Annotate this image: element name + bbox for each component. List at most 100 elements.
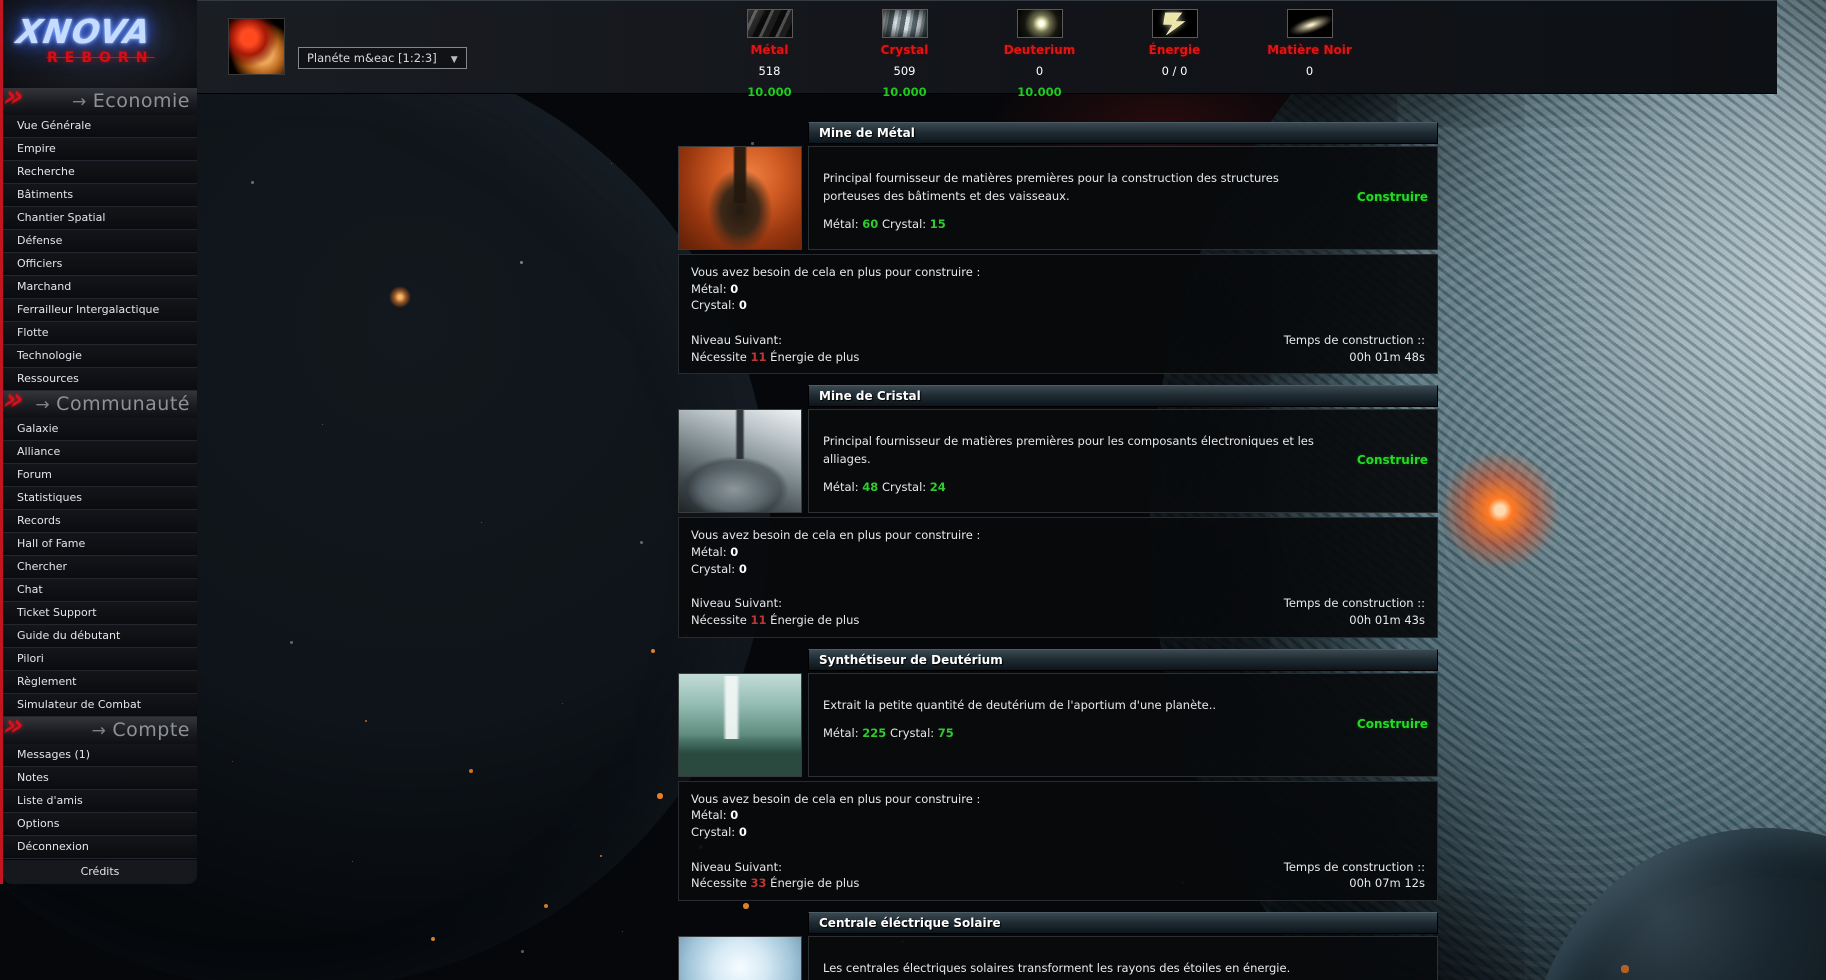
sidebar-item-alliance[interactable]: Alliance xyxy=(3,441,197,464)
resource-crystal: Crystal 509 10.000 xyxy=(837,9,972,99)
energy-icon xyxy=(1152,9,1198,38)
sidebar-item-records[interactable]: Records xyxy=(3,510,197,533)
double-chevron-icon: » xyxy=(1,385,26,415)
construction-time-value: 00h 01m 48s xyxy=(1284,349,1425,366)
building-image[interactable] xyxy=(678,409,802,513)
building-description: Extrait la petite quantité de deutérium … xyxy=(823,697,1327,715)
metal-label: Métal: xyxy=(691,808,727,822)
construction-time-label: Temps de construction :: xyxy=(1284,332,1425,349)
resource-value: 0 / 0 xyxy=(1107,64,1242,78)
crystal-cost-label: Crystal: xyxy=(882,480,926,494)
construction-time-block: Temps de construction :: 00h 07m 12s xyxy=(1284,859,1425,892)
building-description: Les centrales électriques solaires trans… xyxy=(823,960,1327,980)
building-card: Mine de Cristal Principal fournisseur de… xyxy=(678,385,1438,637)
sidebar-item-recherche[interactable]: Recherche xyxy=(3,161,197,184)
resource-metal: Métal 518 10.000 xyxy=(702,9,837,99)
crystal-icon xyxy=(882,9,928,38)
sidebar-item-r-glement[interactable]: Règlement xyxy=(3,671,197,694)
need-metal-value: 0 xyxy=(730,282,738,296)
building-description: Principal fournisseur de matières premiè… xyxy=(823,433,1327,469)
sidebar-item-simulateur-de-combat[interactable]: Simulateur de Combat xyxy=(3,694,197,717)
need-metal-value: 0 xyxy=(730,808,738,822)
arrow-icon: → xyxy=(92,721,107,741)
crystal-cost-value: 24 xyxy=(930,480,946,494)
next-level-label: Niveau Suivant: xyxy=(691,595,859,612)
sidebar-item-ferrailleur-intergalactique[interactable]: Ferrailleur Intergalactique xyxy=(3,299,197,322)
energy-requirement-line: Nécessite 33 Énergie de plus xyxy=(691,875,859,892)
building-image[interactable] xyxy=(678,673,802,777)
construction-time-value: 00h 07m 12s xyxy=(1284,875,1425,892)
sidebar-section-header: »→Economie xyxy=(3,88,197,115)
sidebar-item-notes[interactable]: Notes xyxy=(3,767,197,790)
planet-thumbnail[interactable] xyxy=(228,18,285,75)
building-image[interactable] xyxy=(678,936,802,980)
sidebar-item-pilori[interactable]: Pilori xyxy=(3,648,197,671)
double-chevron-icon: » xyxy=(1,82,26,112)
sidebar-item-messages-1-[interactable]: Messages (1) xyxy=(3,744,197,767)
resource-max: 10.000 xyxy=(837,85,972,99)
sidebar-item-vue-g-n-rale[interactable]: Vue Générale xyxy=(3,115,197,138)
building-cost: Métal: 60 Crystal: 15 xyxy=(823,217,1327,231)
section-title: Communauté xyxy=(56,393,190,415)
planet-select[interactable]: Planéte m&eac [1:2:3]▼ xyxy=(298,47,467,69)
building-card: Synthétiseur de Deutérium Extrait la pet… xyxy=(678,649,1438,901)
sidebar-item-flotte[interactable]: Flotte xyxy=(3,322,197,345)
sidebar-item-forum[interactable]: Forum xyxy=(3,464,197,487)
credits-button[interactable]: Crédits xyxy=(3,860,197,884)
energy-needed-value: 11 xyxy=(751,350,767,364)
building-card: Centrale éléctrique Solaire Les centrale… xyxy=(678,912,1438,980)
sidebar-item-galaxie[interactable]: Galaxie xyxy=(3,418,197,441)
sidebar-item-ressources[interactable]: Ressources xyxy=(3,368,197,391)
building-description-panel: Les centrales électriques solaires trans… xyxy=(808,936,1438,980)
need-metal-value: 0 xyxy=(730,545,738,559)
building-title: Centrale éléctrique Solaire xyxy=(808,912,1438,934)
requires-suffix: Énergie de plus xyxy=(770,613,859,627)
sidebar-item-hall-of-fame[interactable]: Hall of Fame xyxy=(3,533,197,556)
next-level-label: Niveau Suivant: xyxy=(691,859,859,876)
sidebar-item-options[interactable]: Options xyxy=(3,813,197,836)
darkmatter-icon xyxy=(1287,9,1333,38)
resources-bar: Métal 518 10.000 Crystal 509 10.000 Deut… xyxy=(702,9,1377,99)
sidebar: XNOVA REBORN »→EconomieVue GénéraleEmpir… xyxy=(0,0,197,884)
resource-label: Crystal xyxy=(837,43,972,57)
resource-deuterium: Deuterium 0 10.000 xyxy=(972,9,1107,99)
need-metal-line: Métal: 0 xyxy=(691,807,1425,824)
sidebar-item-officiers[interactable]: Officiers xyxy=(3,253,197,276)
sidebar-item-statistiques[interactable]: Statistiques xyxy=(3,487,197,510)
sidebar-item-marchand[interactable]: Marchand xyxy=(3,276,197,299)
sidebar-item-d-connexion[interactable]: Déconnexion xyxy=(3,836,197,859)
sidebar-item-chercher[interactable]: Chercher xyxy=(3,556,197,579)
need-header: Vous avez besoin de cela en plus pour co… xyxy=(691,791,1425,808)
sidebar-item-d-fense[interactable]: Défense xyxy=(3,230,197,253)
need-header: Vous avez besoin de cela en plus pour co… xyxy=(691,264,1425,281)
requires-suffix: Énergie de plus xyxy=(770,876,859,890)
sidebar-section-header: »→Communauté xyxy=(3,391,197,418)
need-crystal-value: 0 xyxy=(739,562,747,576)
chevron-down-icon: ▼ xyxy=(451,55,458,65)
section-title: Compte xyxy=(112,719,190,741)
sidebar-item-ticket-support[interactable]: Ticket Support xyxy=(3,602,197,625)
logo[interactable]: XNOVA REBORN xyxy=(3,0,197,88)
resource-label: Deuterium xyxy=(972,43,1107,57)
building-image[interactable] xyxy=(678,146,802,250)
resource-label: Énergie xyxy=(1107,43,1242,57)
metal-cost-label: Métal: xyxy=(823,217,859,231)
crystal-cost-value: 15 xyxy=(930,217,946,231)
construire-link[interactable]: Construire xyxy=(1357,717,1428,731)
resource-value: 509 xyxy=(837,64,972,78)
energy-requirement-line: Nécessite 11 Énergie de plus xyxy=(691,349,859,366)
building-cost: Métal: 48 Crystal: 24 xyxy=(823,480,1327,494)
resource-label: Métal xyxy=(702,43,837,57)
building-requirements-panel: Vous avez besoin de cela en plus pour co… xyxy=(678,254,1438,374)
sidebar-item-guide-du-d-butant[interactable]: Guide du débutant xyxy=(3,625,197,648)
logo-title: XNOVA xyxy=(14,12,153,51)
sidebar-item-b-timents[interactable]: Bâtiments xyxy=(3,184,197,207)
construire-link[interactable]: Construire xyxy=(1357,190,1428,204)
sidebar-item-technologie[interactable]: Technologie xyxy=(3,345,197,368)
sidebar-item-empire[interactable]: Empire xyxy=(3,138,197,161)
sidebar-item-liste-d-amis[interactable]: Liste d'amis xyxy=(3,790,197,813)
sidebar-item-chat[interactable]: Chat xyxy=(3,579,197,602)
sidebar-item-chantier-spatial[interactable]: Chantier Spatial xyxy=(3,207,197,230)
double-chevron-icon: » xyxy=(1,711,26,741)
construire-link[interactable]: Construire xyxy=(1357,453,1428,467)
